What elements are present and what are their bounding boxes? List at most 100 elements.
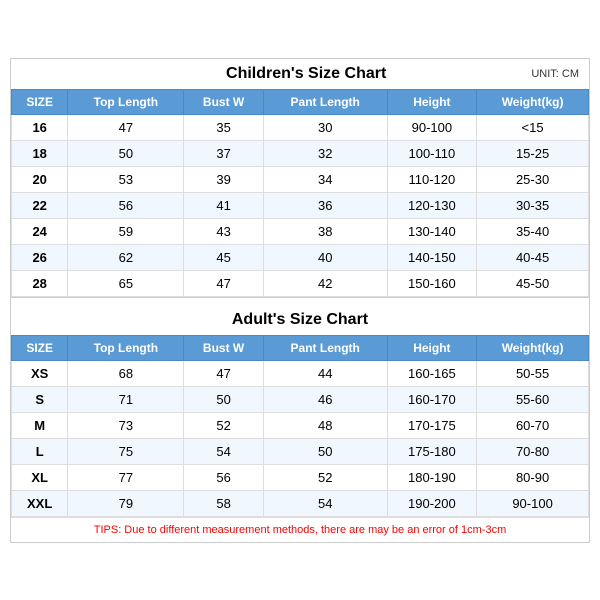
table-cell: 110-120: [387, 166, 477, 192]
adult-header-size: SIZE: [12, 335, 68, 360]
table-cell: 50: [263, 438, 387, 464]
table-cell: L: [12, 438, 68, 464]
table-cell: 45-50: [477, 270, 589, 296]
table-cell: 32: [263, 140, 387, 166]
children-header-top-length: Top Length: [68, 89, 184, 114]
table-row: S715046160-17055-60: [12, 386, 589, 412]
adult-header-height: Height: [387, 335, 477, 360]
children-title-row: Children's Size Chart UNIT: CM: [11, 59, 589, 89]
table-cell: 140-150: [387, 244, 477, 270]
table-cell: 55-60: [477, 386, 589, 412]
table-cell: 50: [68, 140, 184, 166]
table-cell: XL: [12, 464, 68, 490]
table-cell: 120-130: [387, 192, 477, 218]
children-chart-title: Children's Size Chart: [81, 65, 531, 83]
section-divider: [11, 297, 589, 305]
table-cell: XS: [12, 360, 68, 386]
table-cell: 28: [12, 270, 68, 296]
adult-table: SIZE Top Length Bust W Pant Length Heigh…: [11, 335, 589, 517]
table-cell: 30-35: [477, 192, 589, 218]
table-cell: S: [12, 386, 68, 412]
table-cell: XXL: [12, 490, 68, 516]
table-cell: 52: [184, 412, 264, 438]
table-cell: <15: [477, 114, 589, 140]
table-cell: 34: [263, 166, 387, 192]
table-row: 20533934110-12025-30: [12, 166, 589, 192]
children-header-size: SIZE: [12, 89, 68, 114]
unit-label: UNIT: CM: [531, 68, 579, 80]
table-cell: 65: [68, 270, 184, 296]
table-cell: 35: [184, 114, 264, 140]
table-cell: 47: [184, 270, 264, 296]
table-cell: 16: [12, 114, 68, 140]
table-cell: 62: [68, 244, 184, 270]
table-cell: 36: [263, 192, 387, 218]
table-cell: 170-175: [387, 412, 477, 438]
table-row: 28654742150-16045-50: [12, 270, 589, 296]
table-cell: 150-160: [387, 270, 477, 296]
table-cell: 18: [12, 140, 68, 166]
table-cell: 50: [184, 386, 264, 412]
table-cell: 48: [263, 412, 387, 438]
table-row: XS684744160-16550-55: [12, 360, 589, 386]
table-cell: 40-45: [477, 244, 589, 270]
adult-header-weight: Weight(kg): [477, 335, 589, 360]
table-cell: 73: [68, 412, 184, 438]
table-cell: 90-100: [387, 114, 477, 140]
table-cell: 75: [68, 438, 184, 464]
table-row: 1647353090-100<15: [12, 114, 589, 140]
table-cell: 45: [184, 244, 264, 270]
table-cell: 130-140: [387, 218, 477, 244]
table-cell: 46: [263, 386, 387, 412]
table-cell: 180-190: [387, 464, 477, 490]
table-cell: 80-90: [477, 464, 589, 490]
table-cell: 50-55: [477, 360, 589, 386]
adult-header-row: SIZE Top Length Bust W Pant Length Heigh…: [12, 335, 589, 360]
table-row: 18503732100-11015-25: [12, 140, 589, 166]
table-cell: 39: [184, 166, 264, 192]
children-header-pant-length: Pant Length: [263, 89, 387, 114]
table-cell: 71: [68, 386, 184, 412]
table-cell: 59: [68, 218, 184, 244]
table-cell: 37: [184, 140, 264, 166]
table-cell: 54: [263, 490, 387, 516]
table-cell: 15-25: [477, 140, 589, 166]
table-cell: 24: [12, 218, 68, 244]
adult-title-row: Adult's Size Chart: [11, 305, 589, 335]
table-cell: 190-200: [387, 490, 477, 516]
table-cell: 54: [184, 438, 264, 464]
table-cell: M: [12, 412, 68, 438]
table-cell: 20: [12, 166, 68, 192]
table-cell: 58: [184, 490, 264, 516]
table-cell: 53: [68, 166, 184, 192]
table-cell: 35-40: [477, 218, 589, 244]
table-cell: 40: [263, 244, 387, 270]
size-chart-container: Children's Size Chart UNIT: CM SIZE Top …: [10, 58, 590, 543]
table-cell: 77: [68, 464, 184, 490]
table-row: XL775652180-19080-90: [12, 464, 589, 490]
table-cell: 56: [68, 192, 184, 218]
children-header-bust-w: Bust W: [184, 89, 264, 114]
adult-chart-section: Adult's Size Chart SIZE Top Length Bust …: [11, 305, 589, 517]
table-cell: 25-30: [477, 166, 589, 192]
table-cell: 30: [263, 114, 387, 140]
table-cell: 68: [68, 360, 184, 386]
table-cell: 47: [184, 360, 264, 386]
table-cell: 44: [263, 360, 387, 386]
adult-header-bust-w: Bust W: [184, 335, 264, 360]
table-cell: 47: [68, 114, 184, 140]
table-cell: 42: [263, 270, 387, 296]
children-header-row: SIZE Top Length Bust W Pant Length Heigh…: [12, 89, 589, 114]
table-cell: 26: [12, 244, 68, 270]
table-cell: 43: [184, 218, 264, 244]
table-row: XXL795854190-20090-100: [12, 490, 589, 516]
adult-header-top-length: Top Length: [68, 335, 184, 360]
table-cell: 100-110: [387, 140, 477, 166]
table-cell: 56: [184, 464, 264, 490]
table-cell: 22: [12, 192, 68, 218]
table-cell: 175-180: [387, 438, 477, 464]
children-header-height: Height: [387, 89, 477, 114]
table-cell: 79: [68, 490, 184, 516]
table-row: 26624540140-15040-45: [12, 244, 589, 270]
table-cell: 41: [184, 192, 264, 218]
